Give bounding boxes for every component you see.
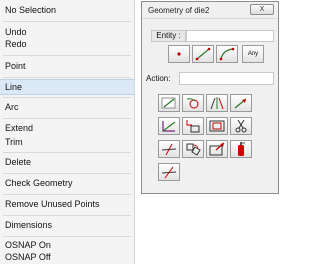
menu-item-osnap-on[interactable]: OSNAP On — [0, 239, 134, 251]
menu-item-arc[interactable]: Arc — [0, 101, 134, 113]
arc-icon — [219, 47, 235, 61]
action-rotate-shape-button[interactable] — [182, 140, 204, 158]
menu-item-undo[interactable]: Undo — [0, 26, 134, 38]
extend-line-icon — [161, 166, 177, 179]
entity-arc-button[interactable] — [216, 45, 238, 63]
menu-item-check-geometry[interactable]: Check Geometry — [0, 177, 134, 189]
context-menu: No Selection Undo Redo Point Line Arc Ex… — [0, 0, 135, 264]
action-scale-rectangle-button[interactable] — [206, 140, 228, 158]
mirror-icon — [210, 97, 224, 110]
close-icon: X — [259, 6, 265, 13]
menu-item-trim[interactable]: Trim — [0, 136, 134, 148]
entity-any-button[interactable]: Any — [242, 45, 264, 63]
action-scissors-button[interactable] — [230, 117, 252, 135]
scissors-icon — [235, 119, 247, 133]
line-icon — [195, 47, 211, 61]
action-arrow-extend-button[interactable] — [230, 94, 252, 112]
menu-item-no-selection[interactable]: No Selection — [0, 4, 134, 16]
menu-item-point[interactable]: Point — [0, 60, 134, 72]
menu-separator — [3, 173, 131, 174]
menu-separator — [3, 97, 131, 98]
menu-separator — [3, 77, 131, 78]
point-icon — [177, 52, 181, 56]
menu-separator — [3, 55, 131, 56]
action-create-line-button[interactable] — [158, 94, 180, 112]
menu-separator — [3, 236, 131, 237]
trim-line-icon — [161, 143, 177, 156]
entity-line-button[interactable] — [192, 45, 214, 63]
action-angle-line-button[interactable] — [158, 117, 180, 135]
create-line-icon — [161, 97, 176, 109]
dialog-title: Geometry of die2 — [148, 6, 210, 15]
menu-item-dimensions[interactable]: Dimensions — [0, 219, 134, 231]
arrow-extend-icon — [234, 98, 247, 109]
menu-item-remove-unused-points[interactable]: Remove Unused Points — [0, 198, 134, 210]
action-circle-tangent-button[interactable] — [182, 94, 204, 112]
menu-separator — [3, 215, 131, 216]
action-offset-rectangle-button[interactable] — [182, 117, 204, 135]
scale-rectangle-icon — [209, 142, 225, 156]
menu-item-line[interactable]: Line — [0, 79, 134, 95]
action-extend-line-button[interactable] — [158, 163, 180, 181]
menu-item-extend[interactable]: Extend — [0, 122, 134, 134]
action-fire-extinguisher-button[interactable] — [230, 140, 252, 158]
menu-item-osnap-off[interactable]: OSNAP Off — [0, 251, 134, 263]
entity-label: Entity : — [151, 30, 186, 42]
rectangle-icon — [209, 120, 225, 132]
menu-separator — [3, 118, 131, 119]
close-button[interactable]: X — [250, 4, 274, 15]
menu-item-redo[interactable]: Redo — [0, 38, 134, 50]
offset-rectangle-icon — [186, 120, 200, 133]
action-label: Action: — [146, 74, 171, 83]
action-mirror-button[interactable] — [206, 94, 228, 112]
title-divider — [142, 18, 278, 19]
menu-separator — [3, 194, 131, 195]
fire-extinguisher-icon — [238, 142, 245, 156]
action-field[interactable] — [179, 72, 274, 85]
action-rectangle-button[interactable] — [206, 117, 228, 135]
menu-item-delete[interactable]: Delete — [0, 156, 134, 168]
menu-separator — [3, 152, 131, 153]
circle-tangent-icon — [186, 98, 199, 109]
rotate-shape-icon — [186, 143, 201, 156]
geometry-dialog: Geometry of die2 X Entity : Any Action: — [141, 1, 279, 194]
entity-field[interactable] — [186, 30, 274, 42]
action-trim-line-button[interactable] — [158, 140, 180, 158]
menu-separator — [3, 21, 131, 22]
angle-line-icon — [162, 121, 176, 132]
entity-point-button[interactable] — [168, 45, 190, 63]
